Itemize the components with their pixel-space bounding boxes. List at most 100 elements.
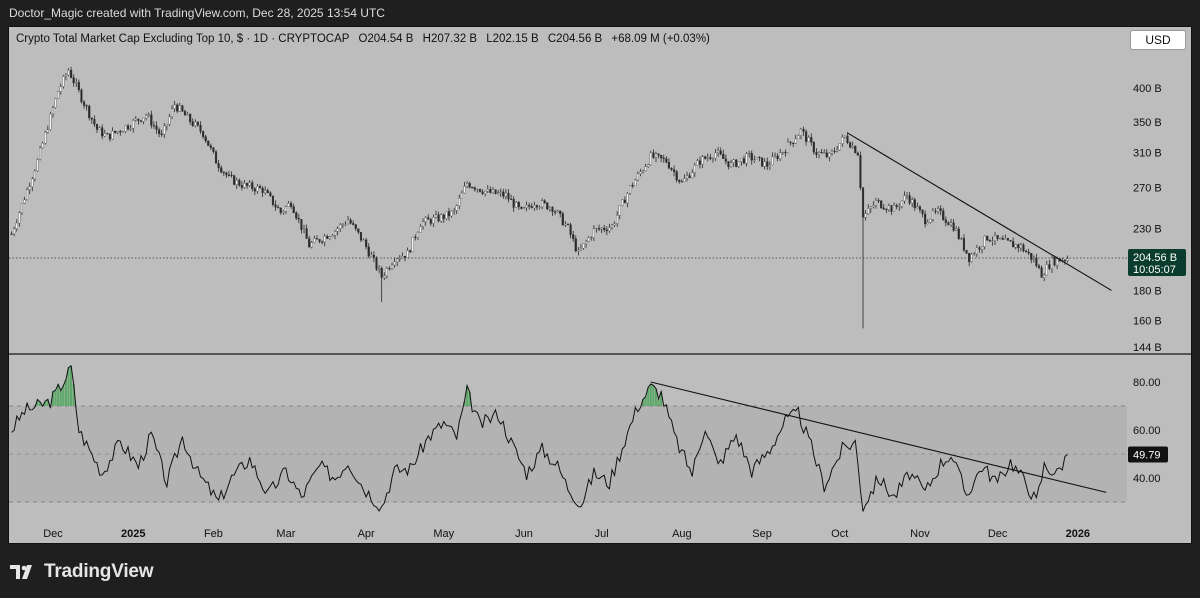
- candle-body: [1012, 241, 1015, 248]
- candle-body: [838, 143, 841, 151]
- candle-body: [763, 161, 766, 167]
- candle-body: [352, 223, 355, 225]
- candle-body: [181, 105, 184, 112]
- candle-body: [396, 258, 399, 263]
- candle-body: [1035, 258, 1038, 267]
- candle-body: [874, 200, 878, 206]
- candle-body: [253, 188, 256, 192]
- candle-body: [328, 236, 331, 239]
- tradingview-wordmark: TradingView: [44, 561, 154, 582]
- candle-body: [339, 224, 342, 229]
- candle-body: [748, 152, 751, 155]
- candle-body: [163, 125, 166, 135]
- candle-body: [362, 239, 365, 241]
- candle-body: [473, 187, 476, 190]
- candle-body: [903, 195, 906, 202]
- candle-body: [642, 170, 645, 172]
- candle-body: [924, 213, 927, 225]
- candle-body: [44, 132, 47, 144]
- price-axis-label-7: 144 B: [1133, 342, 1162, 354]
- candle-body: [484, 190, 487, 194]
- candle-body: [336, 228, 339, 232]
- candle-body: [447, 211, 451, 217]
- candle-body: [585, 241, 588, 244]
- candle-body: [204, 136, 207, 141]
- candle-body: [13, 228, 16, 235]
- candle-body: [828, 152, 831, 158]
- candle-body: [108, 133, 111, 140]
- candle-body: [996, 235, 999, 239]
- candle-body: [522, 207, 526, 209]
- candle-body: [916, 206, 919, 209]
- candle-body: [432, 217, 435, 224]
- attribution-text: Doctor_Magic created with TradingView.co…: [9, 6, 385, 20]
- candle-body: [1009, 240, 1012, 242]
- candle-body: [15, 222, 18, 230]
- candle-body: [825, 152, 828, 158]
- price-axis-label-4: 230 B: [1133, 223, 1162, 235]
- candle-body: [344, 223, 347, 225]
- candle-body: [973, 253, 976, 255]
- candle-body: [220, 167, 223, 173]
- candle-body: [235, 179, 238, 185]
- candle-body: [887, 205, 890, 210]
- candle-body: [880, 200, 883, 209]
- price-axis-label-5: 180 B: [1133, 285, 1162, 297]
- x-axis: Dec 2025 Feb Mar Apr May Jun Jul Aug Sep Oct Nov Dec…: [43, 528, 1090, 540]
- candle-body: [227, 174, 231, 176]
- candle-body: [554, 211, 557, 213]
- candle-body: [442, 214, 445, 219]
- candle-body: [621, 199, 624, 206]
- candle-body: [238, 179, 241, 186]
- candle-body: [458, 198, 461, 207]
- candle-body: [419, 226, 422, 233]
- candle-body: [186, 114, 189, 116]
- candle-body: [786, 141, 790, 154]
- candle-body: [569, 224, 572, 235]
- candle-body: [722, 153, 725, 159]
- candle-body: [88, 105, 91, 119]
- candle-body: [269, 192, 272, 197]
- candle-body: [724, 158, 727, 162]
- candle-body: [983, 235, 986, 247]
- candle-body: [279, 207, 282, 213]
- x-axis-label-13: 2026: [1066, 528, 1090, 540]
- candle-body: [261, 187, 264, 193]
- candle-body: [986, 235, 989, 241]
- candle-body: [706, 157, 709, 159]
- candle-body: [745, 153, 748, 164]
- candle-body: [846, 135, 849, 143]
- candle-body: [556, 210, 559, 213]
- candle-body: [805, 131, 808, 142]
- candle-body: [817, 152, 821, 155]
- candle-body: [23, 199, 26, 204]
- candle-body: [1063, 260, 1066, 262]
- candle-body: [18, 212, 21, 224]
- x-axis-label-7: Jul: [595, 528, 609, 540]
- candle-body: [313, 238, 316, 243]
- candle-body: [1043, 274, 1046, 278]
- chart-svg[interactable]: 400 B 350 B 310 B 270 B 230 B 180 B 160 B 144 B…: [9, 27, 1192, 544]
- candle-body: [525, 205, 528, 208]
- candle-body: [662, 157, 665, 159]
- tradingview-logo[interactable]: TradingView: [10, 561, 154, 583]
- candle-body: [217, 163, 220, 168]
- candle-body: [978, 247, 981, 250]
- candle-body: [574, 238, 577, 252]
- candle-body: [675, 171, 678, 181]
- candle-body: [411, 236, 414, 253]
- currency-button[interactable]: USD: [1130, 30, 1186, 50]
- candle-body: [719, 150, 722, 155]
- candle-body: [393, 261, 396, 266]
- candle-body: [176, 104, 179, 112]
- candle-body: [931, 210, 934, 220]
- candle-body: [934, 210, 937, 212]
- candle-body: [753, 159, 756, 161]
- candle-body: [714, 152, 717, 159]
- candle-body: [649, 152, 652, 165]
- candle-body: [222, 171, 225, 174]
- tradingview-logo-icon: [10, 565, 32, 579]
- candle-body: [603, 227, 606, 230]
- candle-body: [403, 256, 407, 258]
- candle-body: [1050, 257, 1053, 269]
